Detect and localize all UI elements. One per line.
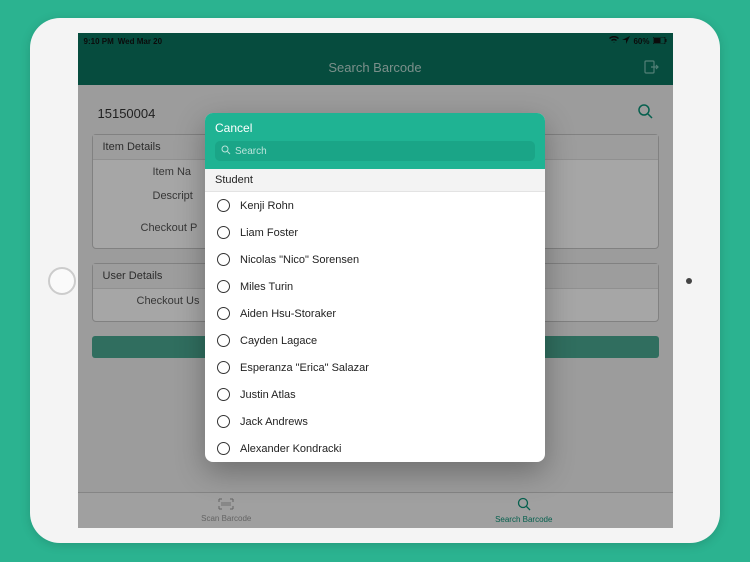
student-name: Miles Turin bbox=[240, 281, 293, 293]
radio-icon[interactable] bbox=[217, 361, 230, 374]
student-picker-modal: Cancel Search Student Kenji Rohn Liam Fos… bbox=[205, 113, 545, 462]
radio-icon[interactable] bbox=[217, 334, 230, 347]
camera-icon bbox=[686, 278, 692, 284]
student-row[interactable]: Liam Foster bbox=[205, 219, 545, 246]
student-name: Liam Foster bbox=[240, 227, 298, 239]
screen: 9:10 PM Wed Mar 20 60% Search Barcode bbox=[78, 33, 673, 528]
student-name: Alexander Kondracki bbox=[240, 443, 342, 455]
cancel-button[interactable]: Cancel bbox=[215, 119, 535, 141]
student-row[interactable]: Cayden Lagace bbox=[205, 327, 545, 354]
modal-header: Cancel Search bbox=[205, 113, 545, 169]
student-row[interactable]: Esperanza "Erica" Salazar bbox=[205, 354, 545, 381]
search-input-icon bbox=[221, 145, 231, 158]
student-name: Esperanza "Erica" Salazar bbox=[240, 362, 369, 374]
student-name: Kenji Rohn bbox=[240, 200, 294, 212]
student-name: Cayden Lagace bbox=[240, 335, 317, 347]
radio-icon[interactable] bbox=[217, 280, 230, 293]
radio-icon[interactable] bbox=[217, 415, 230, 428]
radio-icon[interactable] bbox=[217, 442, 230, 455]
radio-icon[interactable] bbox=[217, 253, 230, 266]
modal-search-field[interactable]: Search bbox=[215, 141, 535, 161]
student-row[interactable]: Aiden Hsu-Storaker bbox=[205, 300, 545, 327]
student-row[interactable]: Miles Turin bbox=[205, 273, 545, 300]
student-row[interactable]: Kenji Rohn bbox=[205, 192, 545, 219]
student-list[interactable]: Kenji Rohn Liam Foster Nicolas "Nico" Sore… bbox=[205, 192, 545, 462]
student-row[interactable]: Justin Atlas bbox=[205, 381, 545, 408]
radio-icon[interactable] bbox=[217, 226, 230, 239]
radio-icon[interactable] bbox=[217, 199, 230, 212]
student-name: Aiden Hsu-Storaker bbox=[240, 308, 336, 320]
student-name: Nicolas "Nico" Sorensen bbox=[240, 254, 359, 266]
student-row[interactable]: Nicolas "Nico" Sorensen bbox=[205, 246, 545, 273]
student-row[interactable]: Jack Andrews bbox=[205, 408, 545, 435]
radio-icon[interactable] bbox=[217, 388, 230, 401]
student-section-header: Student bbox=[205, 169, 545, 192]
student-name: Jack Andrews bbox=[240, 416, 308, 428]
tablet-frame: 9:10 PM Wed Mar 20 60% Search Barcode bbox=[30, 18, 720, 543]
search-placeholder: Search bbox=[235, 146, 267, 157]
radio-icon[interactable] bbox=[217, 307, 230, 320]
home-button[interactable] bbox=[48, 267, 76, 295]
student-name: Justin Atlas bbox=[240, 389, 296, 401]
student-row[interactable]: Alexander Kondracki bbox=[205, 435, 545, 462]
